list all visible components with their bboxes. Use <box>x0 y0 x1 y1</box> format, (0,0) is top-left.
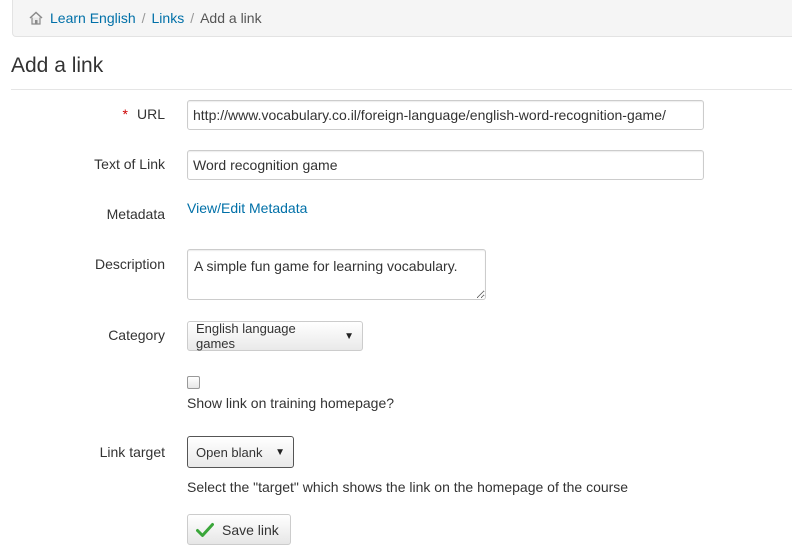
check-icon <box>196 522 214 538</box>
description-label: Description <box>94 256 165 272</box>
dropdown-arrow-icon: ▼ <box>344 330 354 342</box>
title-divider <box>11 89 792 90</box>
category-selected-value: English language games <box>196 321 296 351</box>
breadcrumb-item-current: Add a link <box>200 10 262 26</box>
page-title: Add a link <box>11 54 104 77</box>
metadata-label: Metadata <box>106 206 165 222</box>
url-input[interactable] <box>187 100 704 130</box>
link-target-label: Link target <box>99 444 165 460</box>
breadcrumb-item-learn-english[interactable]: Learn English <box>50 10 136 26</box>
show-on-homepage-label: Show link on training homepage? <box>187 395 395 411</box>
breadcrumb-separator: / <box>141 10 146 26</box>
link-target-help: Select the "target" which shows the link… <box>187 479 629 495</box>
text-of-link-label: Text of Link <box>94 156 165 172</box>
view-edit-metadata-link[interactable]: View/Edit Metadata <box>187 200 307 216</box>
link-target-selected-value: Open blank <box>196 444 263 460</box>
save-link-button[interactable]: Save link <box>187 514 291 545</box>
required-marker: * <box>122 106 128 122</box>
home-icon[interactable] <box>28 10 44 26</box>
url-label: * URL <box>123 106 165 122</box>
breadcrumb-item-links[interactable]: Links <box>152 10 185 26</box>
breadcrumb: Learn English / Links / Add a link <box>12 0 792 37</box>
url-label-text: URL <box>136 106 165 122</box>
dropdown-arrow-icon: ▼ <box>275 446 285 458</box>
save-link-label: Save link <box>222 521 279 538</box>
show-on-homepage-checkbox[interactable] <box>187 376 200 389</box>
text-of-link-input[interactable] <box>187 150 704 180</box>
link-target-select[interactable]: Open blank ▼ <box>187 436 294 468</box>
category-label: Category <box>108 327 165 343</box>
category-select[interactable]: English language games ▼ <box>187 321 363 351</box>
breadcrumb-separator: / <box>190 10 195 26</box>
description-textarea[interactable]: A simple fun game for learning vocabular… <box>187 249 486 300</box>
